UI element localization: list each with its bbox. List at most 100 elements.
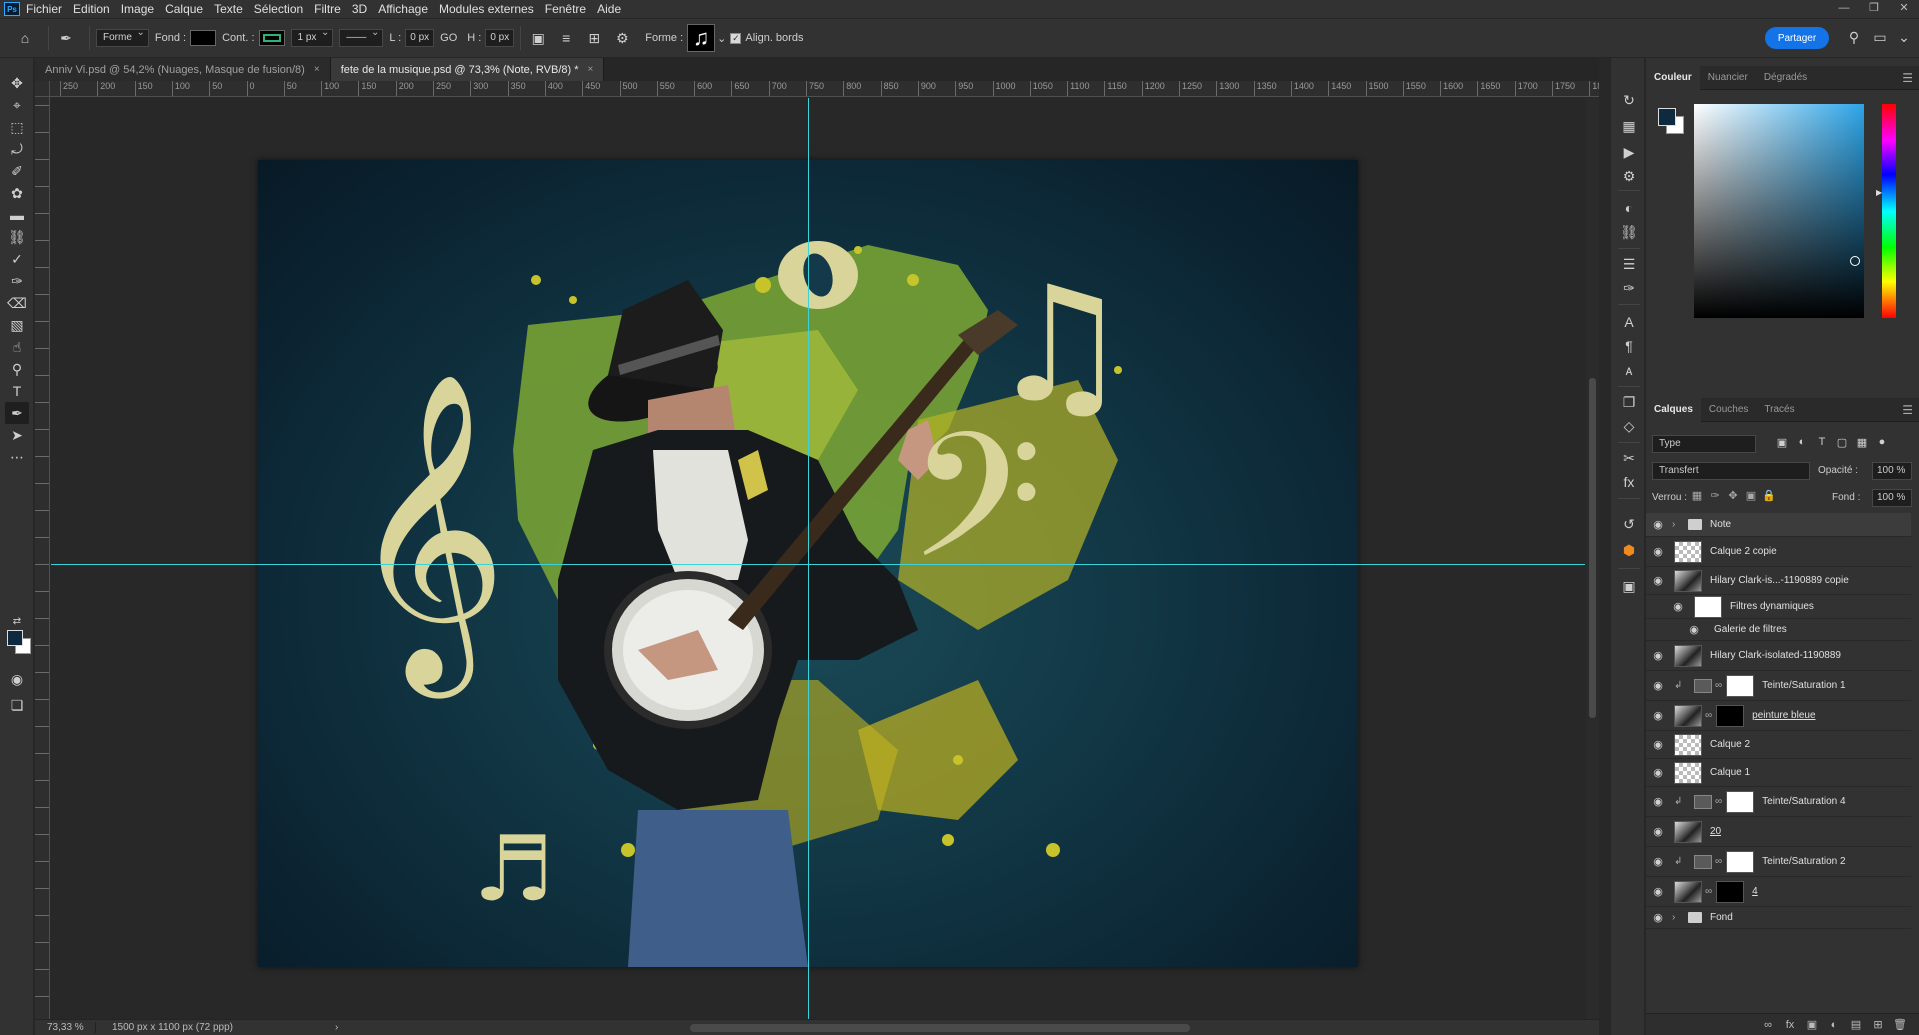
- crop-icon[interactable]: ⌖: [5, 94, 29, 116]
- menu-calque[interactable]: Calque: [165, 2, 203, 16]
- screen-mode-icon[interactable]: ❏: [5, 694, 29, 716]
- mask-thumbnail[interactable]: [1726, 674, 1755, 697]
- layer-row[interactable]: ◉ ∞ peinture bleue: [1646, 701, 1911, 731]
- mask-thumbnail[interactable]: [1716, 704, 1745, 727]
- layer-name[interactable]: Teinte/Saturation 1: [1762, 680, 1845, 691]
- visibility-eye-icon[interactable]: ◉: [1682, 623, 1706, 636]
- dodge-icon[interactable]: ⚲: [5, 358, 29, 380]
- link-icon[interactable]: ∞: [1715, 680, 1722, 691]
- 3d-icon[interactable]: ⬢: [1618, 540, 1640, 560]
- filter-pixel-icon[interactable]: ▣: [1772, 436, 1792, 449]
- brush-icon[interactable]: ✑: [1618, 278, 1640, 298]
- layer-row[interactable]: ◉ › Note: [1646, 513, 1911, 537]
- menu-edition[interactable]: Edition: [73, 2, 110, 16]
- tab-anniv[interactable]: Anniv Vi.psd @ 54,2% (Nuages, Masque de …: [35, 58, 331, 81]
- zoom-level[interactable]: 73,33 %: [35, 1022, 95, 1033]
- close-icon[interactable]: ✕: [1889, 0, 1919, 18]
- chevron-down-icon[interactable]: ⌄: [717, 32, 726, 45]
- visibility-eye-icon[interactable]: ◉: [1646, 911, 1670, 924]
- quick-mask-icon[interactable]: ◉: [5, 668, 29, 690]
- workspace-icon[interactable]: ▭: [1871, 29, 1889, 46]
- layer-row[interactable]: ◉ ↲ ∞ Teinte/Saturation 2: [1646, 847, 1911, 877]
- eyedropper-icon[interactable]: ✓: [5, 248, 29, 270]
- delete-layer-icon[interactable]: 🗑: [1889, 1018, 1911, 1031]
- smudge-icon[interactable]: ☝: [5, 336, 29, 358]
- plugin-icon[interactable]: ▣: [1618, 576, 1640, 596]
- adjust-icon[interactable]: ⚙: [1618, 166, 1640, 186]
- tab-fete-musique[interactable]: fete de la musique.psd @ 73,3% (Note, RV…: [330, 58, 605, 81]
- layer-row[interactable]: ◉ Hilary Clark-isolated-1190889: [1646, 641, 1911, 671]
- color-wheel-icon[interactable]: ◐: [1618, 198, 1640, 218]
- layer-row[interactable]: ◉ Galerie de filtres: [1646, 619, 1911, 641]
- swap-colors-icon[interactable]: ⇄: [5, 610, 29, 632]
- lock-transparency-icon[interactable]: ▦: [1688, 489, 1706, 502]
- chevron-down-icon[interactable]: ⌄: [1895, 29, 1913, 46]
- lock-all-icon[interactable]: 🔒: [1760, 489, 1778, 502]
- mask-thumbnail[interactable]: [1716, 880, 1745, 903]
- menu-3d[interactable]: 3D: [352, 2, 367, 16]
- chevron-right-icon[interactable]: ›: [1672, 519, 1680, 530]
- link-layers-icon[interactable]: ∞: [1757, 1019, 1779, 1031]
- filter-smart-icon[interactable]: ▦: [1852, 436, 1872, 449]
- width-input[interactable]: 0 px: [405, 29, 435, 47]
- layer-name[interactable]: peinture bleue: [1752, 710, 1815, 721]
- layer-name[interactable]: Teinte/Saturation 4: [1762, 796, 1845, 807]
- vertical-guide[interactable]: [808, 98, 809, 1019]
- foreground-color-swatch[interactable]: [7, 630, 23, 646]
- color-picker-field[interactable]: [1694, 104, 1864, 318]
- menu-modules-externes[interactable]: Modules externes: [439, 2, 534, 16]
- menu-image[interactable]: Image: [121, 2, 154, 16]
- panel-menu-icon[interactable]: ☰: [1902, 71, 1913, 85]
- chevron-right-icon[interactable]: ›: [1672, 912, 1680, 923]
- visibility-eye-icon[interactable]: ◉: [1646, 795, 1670, 808]
- layer-row[interactable]: ◉ Calque 1: [1646, 759, 1911, 787]
- pen-icon[interactable]: ✒: [5, 402, 29, 424]
- visibility-eye-icon[interactable]: ◉: [1646, 885, 1670, 898]
- glyphs-icon[interactable]: ᴀ: [1618, 360, 1640, 380]
- restore-icon[interactable]: ❐: [1859, 0, 1889, 18]
- document-info[interactable]: 1500 px x 1100 px (72 ppp): [95, 1022, 335, 1033]
- layer-name[interactable]: 20: [1710, 826, 1721, 837]
- shapes-icon[interactable]: ◇: [1618, 416, 1640, 436]
- visibility-eye-icon[interactable]: ◉: [1646, 825, 1670, 838]
- layer-name[interactable]: Galerie de filtres: [1714, 624, 1787, 635]
- opacity-input[interactable]: 100 %: [1872, 462, 1912, 480]
- path-arrangement-icon[interactable]: ⊞: [583, 27, 605, 49]
- stamp-icon[interactable]: ⛓: [1618, 222, 1640, 242]
- hue-slider[interactable]: [1882, 104, 1896, 318]
- home-icon[interactable]: ⌂: [14, 27, 36, 49]
- link-icon[interactable]: ∞: [1715, 796, 1722, 807]
- fx-icon[interactable]: fx: [1618, 472, 1640, 492]
- shape-picker-music-note-icon[interactable]: ♫: [687, 24, 716, 52]
- ruler-origin[interactable]: [35, 81, 50, 97]
- lock-artboard-icon[interactable]: ▣: [1742, 489, 1760, 502]
- filter-type-icon[interactable]: T: [1812, 436, 1832, 449]
- new-group-icon[interactable]: ▤: [1845, 1018, 1867, 1031]
- path-operations-icon[interactable]: ▣: [527, 27, 549, 49]
- layer-row[interactable]: ◉ ∞ 4: [1646, 877, 1911, 907]
- foreground-color-chip[interactable]: [1658, 108, 1676, 126]
- tab-calques[interactable]: Calques: [1646, 397, 1701, 422]
- height-input[interactable]: 0 px: [485, 29, 515, 47]
- layer-name[interactable]: Fond: [1710, 912, 1733, 923]
- menu-aide[interactable]: Aide: [597, 2, 621, 16]
- search-icon[interactable]: ⚲: [1845, 29, 1863, 46]
- horizontal-scroll-thumb[interactable]: [690, 1024, 1190, 1032]
- paragraph-icon[interactable]: ¶: [1618, 336, 1640, 356]
- visibility-eye-icon[interactable]: ◉: [1646, 679, 1670, 692]
- vertical-ruler[interactable]: [35, 97, 50, 1019]
- mask-thumbnail[interactable]: [1726, 790, 1755, 813]
- timeline-icon[interactable]: ↺: [1618, 514, 1640, 534]
- settings-gear-icon[interactable]: ⚙: [611, 27, 633, 49]
- tab-couleur[interactable]: Couleur: [1646, 65, 1700, 90]
- link-icon[interactable]: ∞: [1705, 710, 1712, 721]
- layer-name[interactable]: Calque 2 copie: [1710, 546, 1777, 557]
- horizontal-guide[interactable]: [51, 564, 1585, 565]
- menu-texte[interactable]: Texte: [214, 2, 243, 16]
- sliders-icon[interactable]: ☰: [1618, 254, 1640, 274]
- stamp-icon[interactable]: ⛓: [5, 226, 29, 248]
- layer-name[interactable]: Note: [1710, 519, 1731, 530]
- play-icon[interactable]: ▶: [1618, 142, 1640, 162]
- lock-pixels-icon[interactable]: ✑: [1706, 489, 1724, 502]
- link-icon[interactable]: ∞: [1705, 886, 1712, 897]
